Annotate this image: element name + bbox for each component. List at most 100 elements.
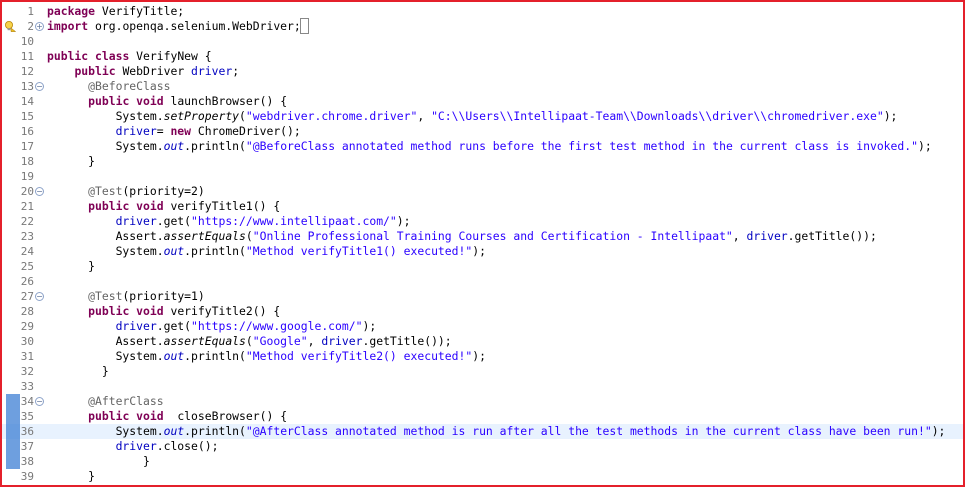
code-line[interactable]: 32 } (2, 364, 963, 379)
code-line[interactable]: 21 public void verifyTitle1() { (2, 199, 963, 214)
code-line[interactable]: 26 (2, 274, 963, 289)
code-line[interactable]: 20− @Test(priority=2) (2, 184, 963, 199)
code-text[interactable]: System.setProperty("webdriver.chrome.dri… (47, 109, 898, 124)
code-line[interactable]: 14 public void launchBrowser() { (2, 94, 963, 109)
code-token: , (732, 229, 747, 243)
code-line[interactable]: 31 System.out.println("Method verifyTitl… (2, 349, 963, 364)
code-text[interactable]: System.out.println("Method verifyTitle2(… (47, 349, 486, 364)
code-line[interactable]: 37 driver.close(); (2, 439, 963, 454)
code-line[interactable]: 30 Assert.assertEquals("Google", driver.… (2, 334, 963, 349)
code-token: out (163, 424, 185, 438)
line-number: 30 (20, 335, 34, 348)
line-gutter: 20− (2, 184, 44, 199)
code-line[interactable]: 15 System.setProperty("webdriver.chrome.… (2, 109, 963, 124)
code-text[interactable]: } (47, 154, 95, 169)
code-text[interactable]: driver.get("https://www.intellipaat.com/… (47, 214, 411, 229)
code-text[interactable]: public WebDriver driver; (47, 64, 239, 79)
code-token: System. (47, 349, 164, 363)
code-text[interactable]: System.out.println("@AfterClass annotate… (47, 424, 946, 439)
line-gutter: 26 (2, 274, 44, 289)
code-token: launchBrowser() { (163, 94, 288, 108)
code-token: ( (245, 229, 253, 243)
code-text[interactable]: } (47, 454, 150, 469)
code-text[interactable]: import org.openqa.selenium.WebDriver; (47, 18, 309, 34)
code-text[interactable]: @AfterClass (47, 394, 163, 409)
code-token: Assert. (47, 334, 164, 348)
fold-collapse-icon[interactable]: − (35, 82, 44, 91)
code-token: Assert. (47, 229, 164, 243)
line-number: 10 (20, 35, 34, 48)
code-line[interactable]: 23 Assert.assertEquals("Online Professio… (2, 229, 963, 244)
code-token: package (47, 4, 96, 18)
code-text[interactable]: public class VerifyNew { (47, 49, 212, 64)
code-text[interactable]: Assert.assertEquals("Online Professional… (47, 229, 877, 244)
code-line[interactable]: 16 driver= new ChromeDriver(); (2, 124, 963, 139)
lightbulb-warning-icon[interactable] (4, 20, 16, 32)
code-token: driver (115, 439, 157, 453)
code-text[interactable]: } (47, 469, 95, 484)
code-line[interactable]: 39 } (2, 469, 963, 484)
code-editor[interactable]: 1 package VerifyTitle; 2 + import org.openqa… (0, 0, 965, 487)
code-line[interactable]: 1 package VerifyTitle; (2, 4, 963, 19)
code-line[interactable]: 27− @Test(priority=1) (2, 289, 963, 304)
code-line[interactable]: 12 public WebDriver driver; (2, 64, 963, 79)
code-token: VerifyTitle; (95, 4, 185, 18)
code-line[interactable]: 33 (2, 379, 963, 394)
code-line[interactable]: 28 public void verifyTitle2() { (2, 304, 963, 319)
code-text[interactable]: driver.get("https://www.google.com/"); (47, 319, 377, 334)
line-number: 33 (20, 380, 34, 393)
code-token: driver (191, 64, 233, 78)
line-gutter: 22 (2, 214, 44, 229)
fold-collapse-icon[interactable]: − (35, 187, 44, 196)
code-line[interactable]: 11 public class VerifyNew { (2, 49, 963, 64)
code-text[interactable]: @BeforeClass (47, 79, 170, 94)
code-line[interactable]: 34− @AfterClass (2, 394, 963, 409)
line-number: 16 (20, 125, 34, 138)
line-number: 22 (20, 215, 34, 228)
code-text[interactable]: Assert.assertEquals("Google", driver.get… (47, 334, 452, 349)
code-line[interactable]: 22 driver.get("https://www.intellipaat.c… (2, 214, 963, 229)
code-text[interactable]: } (47, 364, 109, 379)
code-token: , (307, 334, 322, 348)
code-line[interactable]: 19 (2, 169, 963, 184)
fold-collapse-icon[interactable]: − (35, 292, 44, 301)
code-line[interactable]: 18 } (2, 154, 963, 169)
code-text[interactable]: public void verifyTitle2() { (47, 304, 280, 319)
code-text[interactable]: public void closeBrowser() { (47, 409, 287, 424)
code-text[interactable]: } (47, 259, 95, 274)
code-line[interactable]: 2 + import org.openqa.selenium.WebDriver; (2, 18, 963, 34)
code-line[interactable]: 13− @BeforeClass (2, 79, 963, 94)
code-token: assertEquals (163, 334, 246, 348)
code-token: ); (917, 139, 932, 153)
code-line[interactable]: 10 (2, 34, 963, 49)
code-token: ); (883, 109, 898, 123)
code-line[interactable]: 38 } (2, 454, 963, 469)
code-token: (priority=2) (122, 184, 205, 198)
line-gutter: 35 (2, 409, 44, 424)
code-text[interactable]: driver.close(); (47, 439, 219, 454)
code-line[interactable]: 29 driver.get("https://www.google.com/")… (2, 319, 963, 334)
code-token: } (47, 259, 96, 273)
fold-expand-icon[interactable]: + (35, 22, 44, 31)
code-text[interactable]: public void verifyTitle1() { (47, 199, 280, 214)
code-text[interactable]: System.out.println("Method verifyTitle1(… (47, 244, 486, 259)
code-token: VerifyNew { (129, 49, 212, 63)
code-line[interactable]: 17 System.out.println("@BeforeClass anno… (2, 139, 963, 154)
code-text[interactable]: @Test(priority=1) (47, 289, 205, 304)
code-text[interactable]: package VerifyTitle; (47, 4, 184, 19)
code-text[interactable]: driver= new ChromeDriver(); (47, 124, 301, 139)
line-gutter: 16 (2, 124, 44, 139)
code-token: "@BeforeClass annotated method runs befo… (245, 139, 918, 153)
fold-collapse-icon[interactable]: − (35, 397, 44, 406)
line-gutter: 17 (2, 139, 44, 154)
code-token: @Test (88, 184, 123, 198)
code-line[interactable]: 35 public void closeBrowser() { (2, 409, 963, 424)
code-text[interactable]: @Test(priority=2) (47, 184, 205, 199)
code-text[interactable]: System.out.println("@BeforeClass annotat… (47, 139, 932, 154)
code-text[interactable]: public void launchBrowser() { (47, 94, 287, 109)
code-line[interactable]: 36 System.out.println("@AfterClass annot… (2, 424, 963, 439)
code-line[interactable]: 25 } (2, 259, 963, 274)
code-line[interactable]: 24 System.out.println("Method verifyTitl… (2, 244, 963, 259)
